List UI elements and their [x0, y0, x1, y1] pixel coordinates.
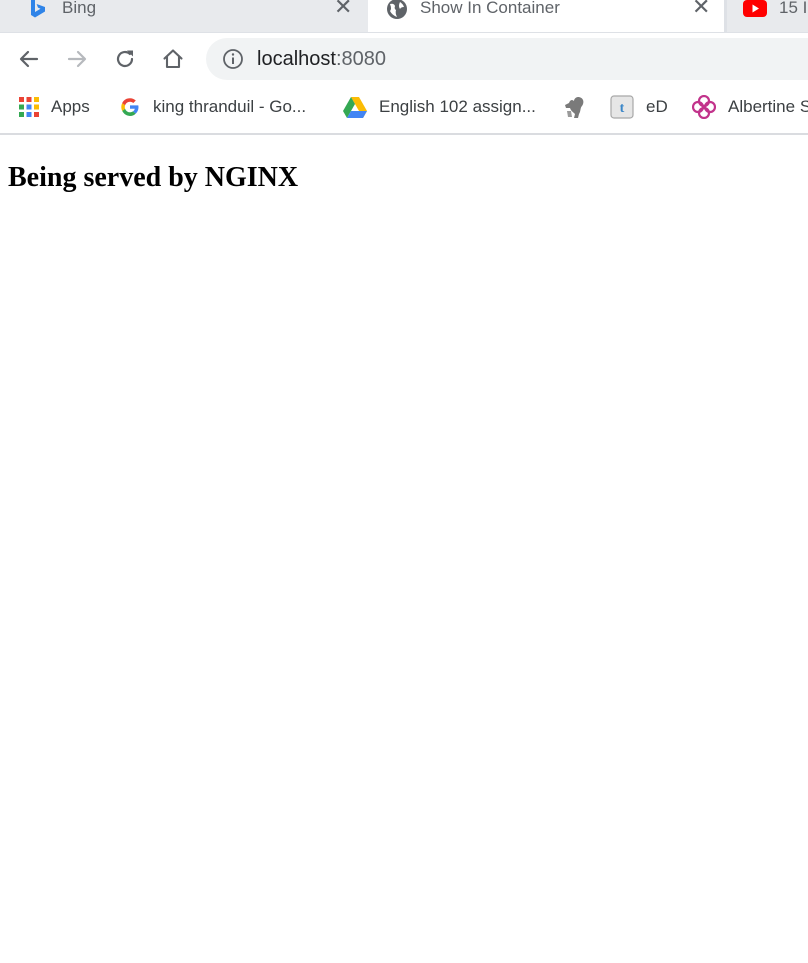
tab-title: Bing — [62, 0, 97, 17]
bing-icon — [30, 0, 46, 23]
bookmark-apps[interactable]: Apps — [19, 95, 90, 119]
squirrel-icon — [565, 97, 584, 118]
globe-icon — [386, 0, 408, 25]
info-icon[interactable] — [222, 48, 244, 75]
bookmark-ed[interactable]: t eD — [610, 95, 668, 119]
page-heading: Being served by NGINX — [8, 162, 299, 193]
bookmark-albertine[interactable]: Albertine S — [692, 95, 808, 119]
bookmark-king-thranduil[interactable]: king thranduil - Go... — [119, 95, 306, 119]
google-drive-icon — [343, 96, 367, 118]
google-icon — [121, 98, 139, 116]
forward-button[interactable] — [63, 45, 91, 73]
t-badge-icon: t — [610, 95, 634, 119]
address-bar[interactable]: localhost:8080 — [206, 38, 808, 80]
tab-strip: Bing ✕ Show In Container ✕ 15 I — [0, 0, 808, 33]
toolbar: localhost:8080 — [0, 33, 808, 85]
bookmark-label: Apps — [51, 97, 90, 116]
bookmark-english-102[interactable]: English 102 assign... — [343, 95, 536, 119]
tab-bing[interactable]: Bing ✕ — [0, 0, 368, 32]
page-content: Being served by NGINX — [0, 135, 808, 963]
arrow-left-icon — [19, 50, 39, 68]
home-icon — [163, 49, 183, 69]
bookmark-label: English 102 assign... — [379, 97, 536, 116]
tab-title: 15 I — [779, 0, 808, 17]
knot-icon — [692, 95, 716, 119]
url-port: :8080 — [335, 48, 386, 70]
tab-title: Show In Container — [420, 0, 560, 17]
close-icon[interactable]: ✕ — [334, 0, 352, 18]
bookmark-label: king thranduil - Go... — [153, 97, 307, 116]
apps-grid-icon — [19, 97, 39, 117]
tab-show-in-container[interactable]: Show In Container ✕ — [368, 0, 724, 32]
bookmarks-bar: Apps king thranduil - Go... English 102 … — [0, 85, 808, 135]
youtube-icon — [743, 0, 767, 22]
bookmark-label: Albertine S — [728, 97, 808, 116]
home-button[interactable] — [159, 45, 187, 73]
url-text[interactable]: localhost:8080 — [257, 48, 386, 71]
browser-window: Bing ✕ Show In Container ✕ 15 I localhos… — [0, 0, 808, 963]
arrow-right-icon — [67, 50, 87, 68]
tab-youtube[interactable]: 15 I — [727, 0, 808, 32]
back-button[interactable] — [15, 45, 43, 73]
bookmark-squirrel[interactable] — [562, 95, 598, 119]
bookmark-label: eD — [646, 97, 668, 116]
close-icon[interactable]: ✕ — [692, 0, 710, 18]
reload-icon — [116, 50, 134, 68]
url-host: localhost — [257, 48, 336, 70]
svg-text:t: t — [620, 101, 625, 116]
reload-button[interactable] — [111, 45, 139, 73]
